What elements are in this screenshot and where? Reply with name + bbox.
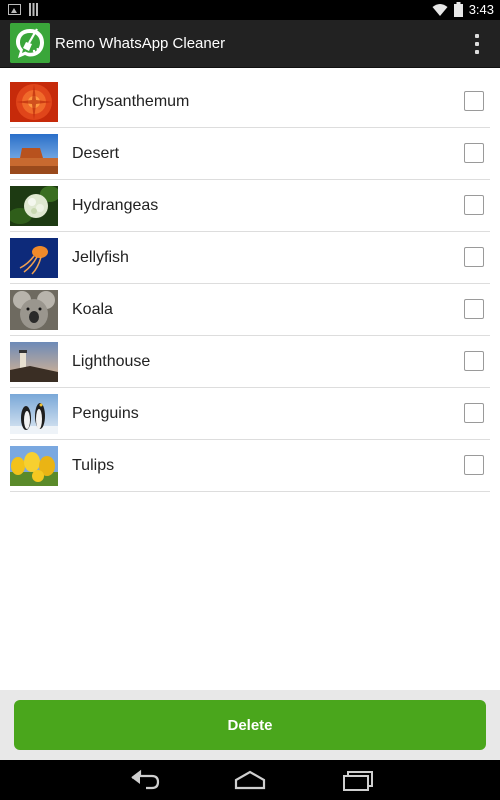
lighthouse-thumbnail [10, 342, 58, 382]
select-checkbox[interactable] [464, 91, 484, 111]
navigation-bar [0, 760, 500, 800]
image-notification-icon [8, 4, 21, 15]
list-item[interactable]: Lighthouse [10, 336, 490, 388]
wifi-icon [432, 3, 448, 16]
select-checkbox[interactable] [464, 247, 484, 267]
koala-thumbnail [10, 290, 58, 330]
app-title: Remo WhatsApp Cleaner [55, 35, 226, 52]
bottom-action-area: Delete [0, 690, 500, 760]
delete-button[interactable]: Delete [14, 700, 486, 750]
hydrangeas-thumbnail [10, 186, 58, 226]
file-name: Desert [72, 145, 120, 162]
chrysanthemum-thumbnail [10, 82, 58, 122]
file-name: Lighthouse [72, 353, 151, 370]
list-item[interactable]: Koala [10, 284, 490, 336]
select-checkbox[interactable] [464, 351, 484, 371]
action-bar: Remo WhatsApp Cleaner [0, 20, 500, 68]
list-item[interactable]: Hydrangeas [10, 180, 490, 232]
file-name: Jellyfish [72, 249, 129, 266]
status-bar: 3:43 [0, 0, 500, 20]
desert-thumbnail [10, 134, 58, 174]
jellyfish-thumbnail [10, 238, 58, 278]
select-checkbox[interactable] [464, 143, 484, 163]
recent-apps-icon[interactable] [338, 768, 378, 792]
system-status: 3:43 [432, 2, 494, 17]
battery-icon [453, 2, 463, 17]
penguins-thumbnail [10, 394, 58, 434]
file-list: Chrysanthemum Desert Hydrangeas Jellyfis… [0, 76, 500, 492]
back-icon[interactable] [124, 768, 164, 792]
status-time: 3:43 [468, 2, 494, 17]
file-name: Koala [72, 301, 113, 318]
file-name: Tulips [72, 457, 115, 474]
file-name: Chrysanthemum [72, 93, 190, 110]
home-icon[interactable] [230, 768, 270, 792]
overflow-menu-icon[interactable] [472, 34, 482, 54]
select-checkbox[interactable] [464, 195, 484, 215]
broom-cleaner-icon [10, 23, 50, 63]
barcode-notification-icon [29, 3, 39, 16]
notification-icons [8, 3, 39, 16]
file-name: Hydrangeas [72, 197, 159, 214]
select-checkbox[interactable] [464, 299, 484, 319]
file-name: Penguins [72, 405, 139, 422]
select-checkbox[interactable] [464, 455, 484, 475]
list-item[interactable]: Chrysanthemum [10, 76, 490, 128]
list-item[interactable]: Jellyfish [10, 232, 490, 284]
list-item[interactable]: Desert [10, 128, 490, 180]
tulips-thumbnail [10, 446, 58, 486]
list-item[interactable]: Penguins [10, 388, 490, 440]
select-checkbox[interactable] [464, 403, 484, 423]
list-item[interactable]: Tulips [10, 440, 490, 492]
